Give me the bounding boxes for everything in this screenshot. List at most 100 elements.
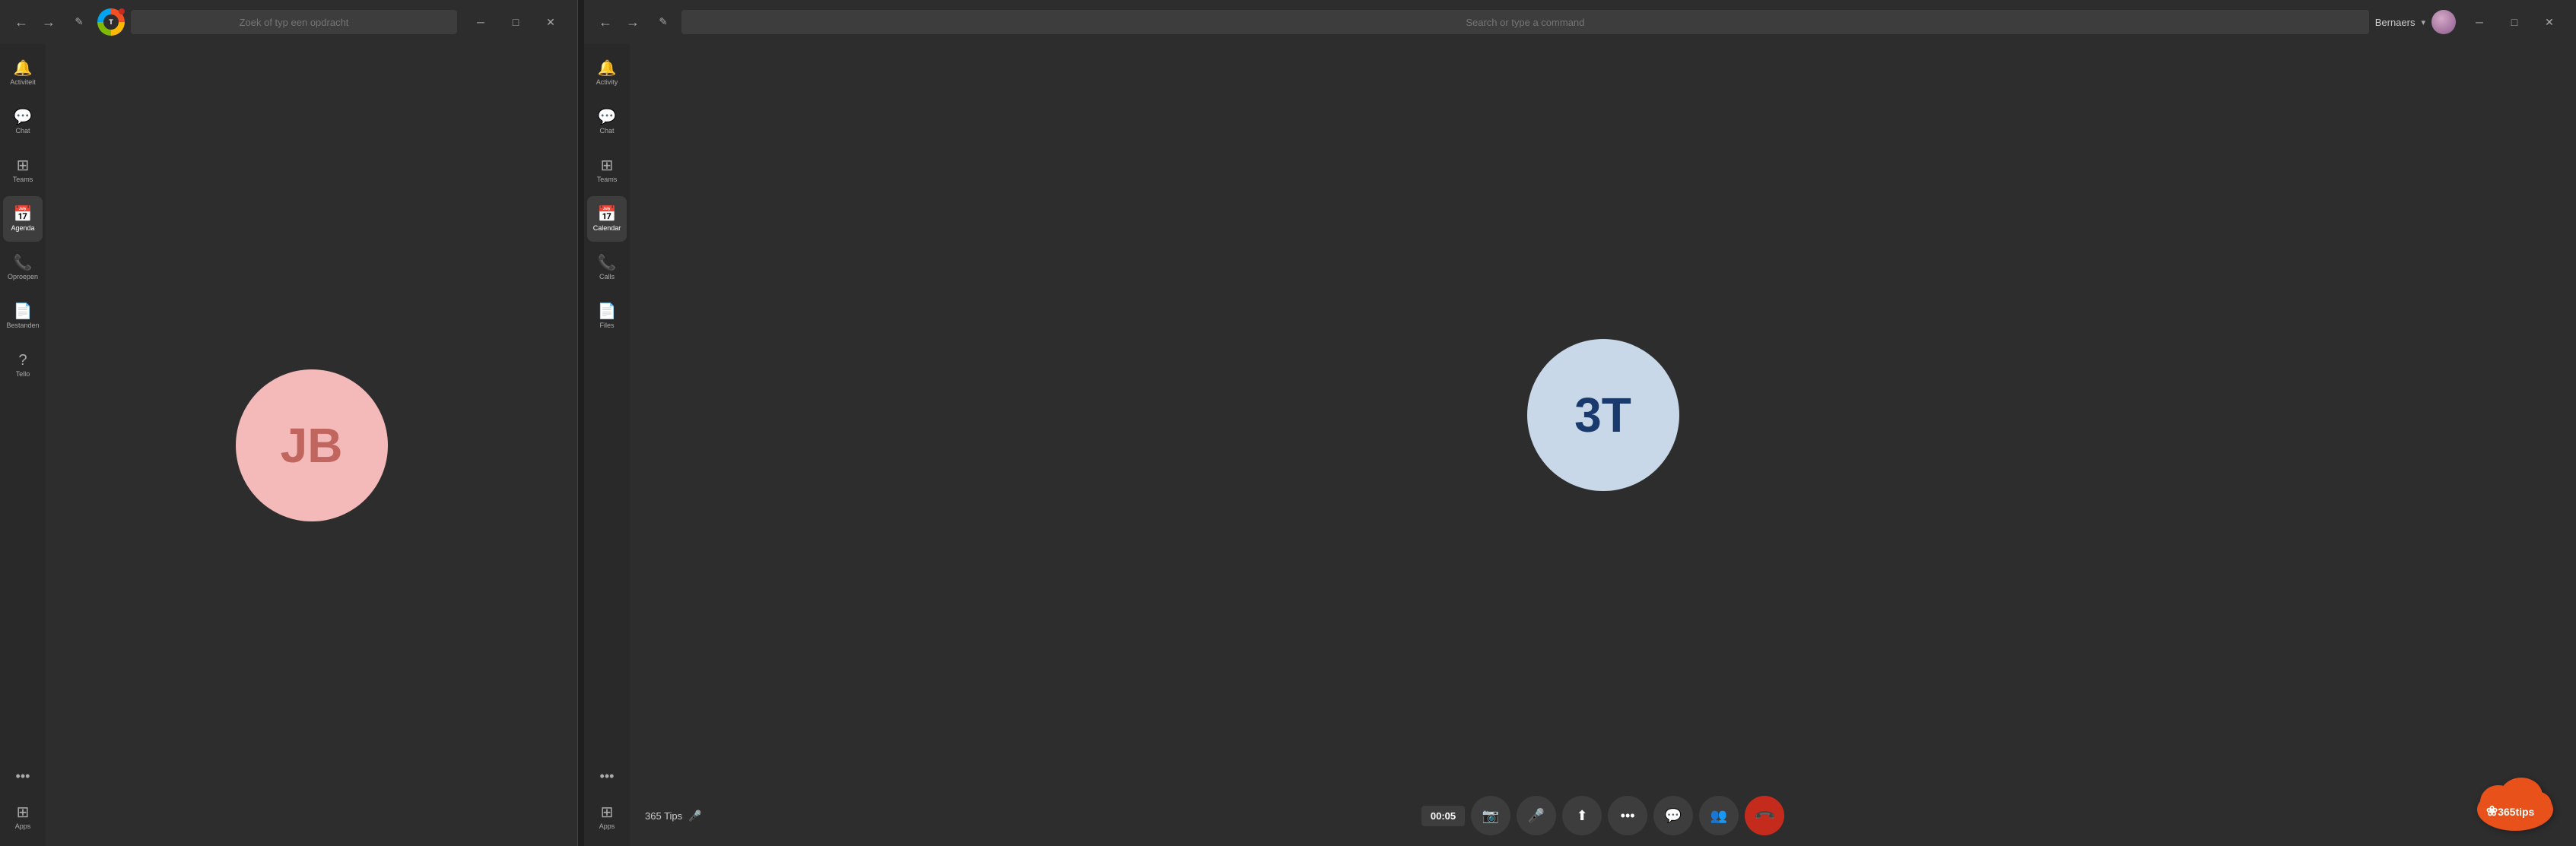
participants-icon: 👥 <box>1710 808 1727 824</box>
right-window-controls: ─ □ ✕ <box>2462 10 2567 34</box>
user-avatar[interactable] <box>2431 10 2456 34</box>
right-sidebar-label-activity: Activity <box>596 78 618 86</box>
right-window: ← → ✎ Bernaers ▾ ─ □ ✕ 🔔 Activity 💬 Chat <box>584 0 2576 846</box>
more-icon: ••• <box>1621 808 1635 824</box>
right-sidebar-label-teams: Teams <box>597 176 618 183</box>
sidebar-label-chat: Chat <box>15 127 30 135</box>
sidebar-label-help: Tello <box>16 370 30 378</box>
participants-button[interactable]: 👥 <box>1699 796 1739 835</box>
sidebar-label-activity: Activiteit <box>10 78 36 86</box>
sidebar-item-apps[interactable]: ⊞ Apps <box>3 794 43 840</box>
right-sidebar-label-chat: Chat <box>599 127 614 135</box>
caller-info: 365 Tips 🎤 <box>645 810 702 822</box>
activity-icon: 🔔 <box>14 61 33 76</box>
right-minimize-button[interactable]: ─ <box>2462 10 2497 34</box>
right-maximize-button[interactable]: □ <box>2497 10 2532 34</box>
left-window: ← → ✎ T ─ □ ✕ 🔔 Activiteit 💬 <box>0 0 578 846</box>
calls-icon: 📞 <box>14 255 33 271</box>
sidebar-item-files[interactable]: 📄 Bestanden <box>3 293 43 339</box>
sidebar-label-teams: Teams <box>13 176 33 183</box>
sidebar-label-files: Bestanden <box>6 322 39 329</box>
left-forward-button[interactable]: → <box>37 10 61 34</box>
avatar-jb-initials: JB <box>281 417 343 474</box>
right-sidebar-item-calendar[interactable]: 📅 Calendar <box>587 196 627 242</box>
right-titlebar: ← → ✎ Bernaers ▾ ─ □ ✕ <box>584 0 2576 44</box>
caller-name-label: 365 Tips <box>645 810 682 822</box>
right-sidebar-item-activity[interactable]: 🔔 Activity <box>587 50 627 96</box>
right-sidebar-item-chat[interactable]: 💬 Chat <box>587 99 627 144</box>
end-call-icon: 📞 <box>1753 804 1777 828</box>
left-maximize-button[interactable]: □ <box>498 10 533 34</box>
left-search-input[interactable] <box>131 10 457 34</box>
tips-logo: ❀365tips <box>2470 770 2561 831</box>
right-sidebar-label-calls: Calls <box>599 273 615 280</box>
right-sidebar-item-calls[interactable]: 📞 Calls <box>587 245 627 290</box>
call-area: 3T <box>630 44 2576 785</box>
video-icon: 📷 <box>1482 808 1499 824</box>
sidebar-item-chat[interactable]: 💬 Chat <box>3 99 43 144</box>
right-sidebar-label-apps: Apps <box>599 822 615 830</box>
left-close-button[interactable]: ✕ <box>533 10 568 34</box>
left-sidebar: 🔔 Activiteit 💬 Chat ⊞ Teams 📅 Agenda 📞 O… <box>0 44 46 846</box>
calendar-icon: 📅 <box>14 207 33 222</box>
sidebar-item-activity[interactable]: 🔔 Activiteit <box>3 50 43 96</box>
right-teams-icon: ⊞ <box>601 158 614 173</box>
right-search-input[interactable] <box>681 10 2369 34</box>
avatar-3t-initials: 3T <box>1574 387 1631 443</box>
mute-button[interactable]: 🎤 <box>1517 796 1556 835</box>
share-icon: ⬆ <box>1577 808 1588 824</box>
right-sidebar-label-files: Files <box>599 322 614 329</box>
right-sidebar-item-files[interactable]: 📄 Files <box>587 293 627 339</box>
right-sidebar-label-calendar: Calendar <box>593 224 621 232</box>
right-close-button[interactable]: ✕ <box>2532 10 2567 34</box>
right-activity-icon: 🔔 <box>598 61 617 76</box>
sidebar-item-help[interactable]: ? Tello <box>3 342 43 388</box>
notification-dot <box>119 8 125 14</box>
teams-icon: ⊞ <box>17 158 30 173</box>
left-titlebar: ← → ✎ T ─ □ ✕ <box>0 0 577 44</box>
chat-button[interactable]: 💬 <box>1653 796 1693 835</box>
right-sidebar: 🔔 Activity 💬 Chat ⊞ Teams 📅 Calendar 📞 C… <box>584 44 630 846</box>
window-divider <box>578 0 584 846</box>
sidebar-item-calls[interactable]: 📞 Oproepen <box>3 245 43 290</box>
apps-icon: ⊞ <box>17 805 30 820</box>
help-icon: ? <box>18 353 27 368</box>
right-sidebar-more-button[interactable]: ••• <box>587 761 627 791</box>
more-button[interactable]: ••• <box>1608 796 1647 835</box>
right-sidebar-item-apps[interactable]: ⊞ Apps <box>587 794 627 840</box>
right-files-icon: 📄 <box>598 304 617 319</box>
left-nav-buttons: ← → <box>9 10 61 34</box>
left-minimize-button[interactable]: ─ <box>463 10 498 34</box>
left-content: JB <box>46 44 577 846</box>
right-sidebar-item-teams[interactable]: ⊞ Teams <box>587 147 627 193</box>
right-back-button[interactable]: ← <box>593 10 618 34</box>
sidebar-item-teams[interactable]: ⊞ Teams <box>3 147 43 193</box>
right-forward-button[interactable]: → <box>621 10 645 34</box>
sidebar-more-button[interactable]: ••• <box>3 761 43 791</box>
caller-mic-icon: 🎤 <box>688 810 701 822</box>
avatar-3t: 3T <box>1527 339 1679 491</box>
username-label: Bernaers <box>2375 17 2416 28</box>
right-apps-icon: ⊞ <box>601 805 614 820</box>
sidebar-item-calendar[interactable]: 📅 Agenda <box>3 196 43 242</box>
call-controls-bar: 365 Tips 🎤 00:05 📷 🎤 ⬆ ••• 💬 <box>630 785 2576 846</box>
right-edit-button[interactable]: ✎ <box>651 10 675 34</box>
left-edit-button[interactable]: ✎ <box>67 10 91 34</box>
left-back-button[interactable]: ← <box>9 10 33 34</box>
right-chat-icon: 💬 <box>598 109 617 125</box>
user-dropdown-icon[interactable]: ▾ <box>2421 17 2425 27</box>
left-main-layout: 🔔 Activiteit 💬 Chat ⊞ Teams 📅 Agenda 📞 O… <box>0 44 577 846</box>
left-window-controls: ─ □ ✕ <box>463 10 568 34</box>
user-area: Bernaers ▾ <box>2375 10 2456 34</box>
end-call-button[interactable]: 📞 <box>1745 796 1784 835</box>
share-button[interactable]: ⬆ <box>1562 796 1602 835</box>
sidebar-label-calendar: Agenda <box>11 224 34 232</box>
right-calls-icon: 📞 <box>598 255 617 271</box>
chat-icon: 💬 <box>14 109 33 125</box>
video-button[interactable]: 📷 <box>1471 796 1510 835</box>
call-timer: 00:05 <box>1421 806 1465 826</box>
sidebar-label-apps: Apps <box>15 822 31 830</box>
right-content: 3T 365 Tips 🎤 00:05 📷 🎤 ⬆ <box>630 44 2576 846</box>
avatar-jb: JB <box>236 369 388 521</box>
chat-icon: 💬 <box>1665 808 1682 824</box>
